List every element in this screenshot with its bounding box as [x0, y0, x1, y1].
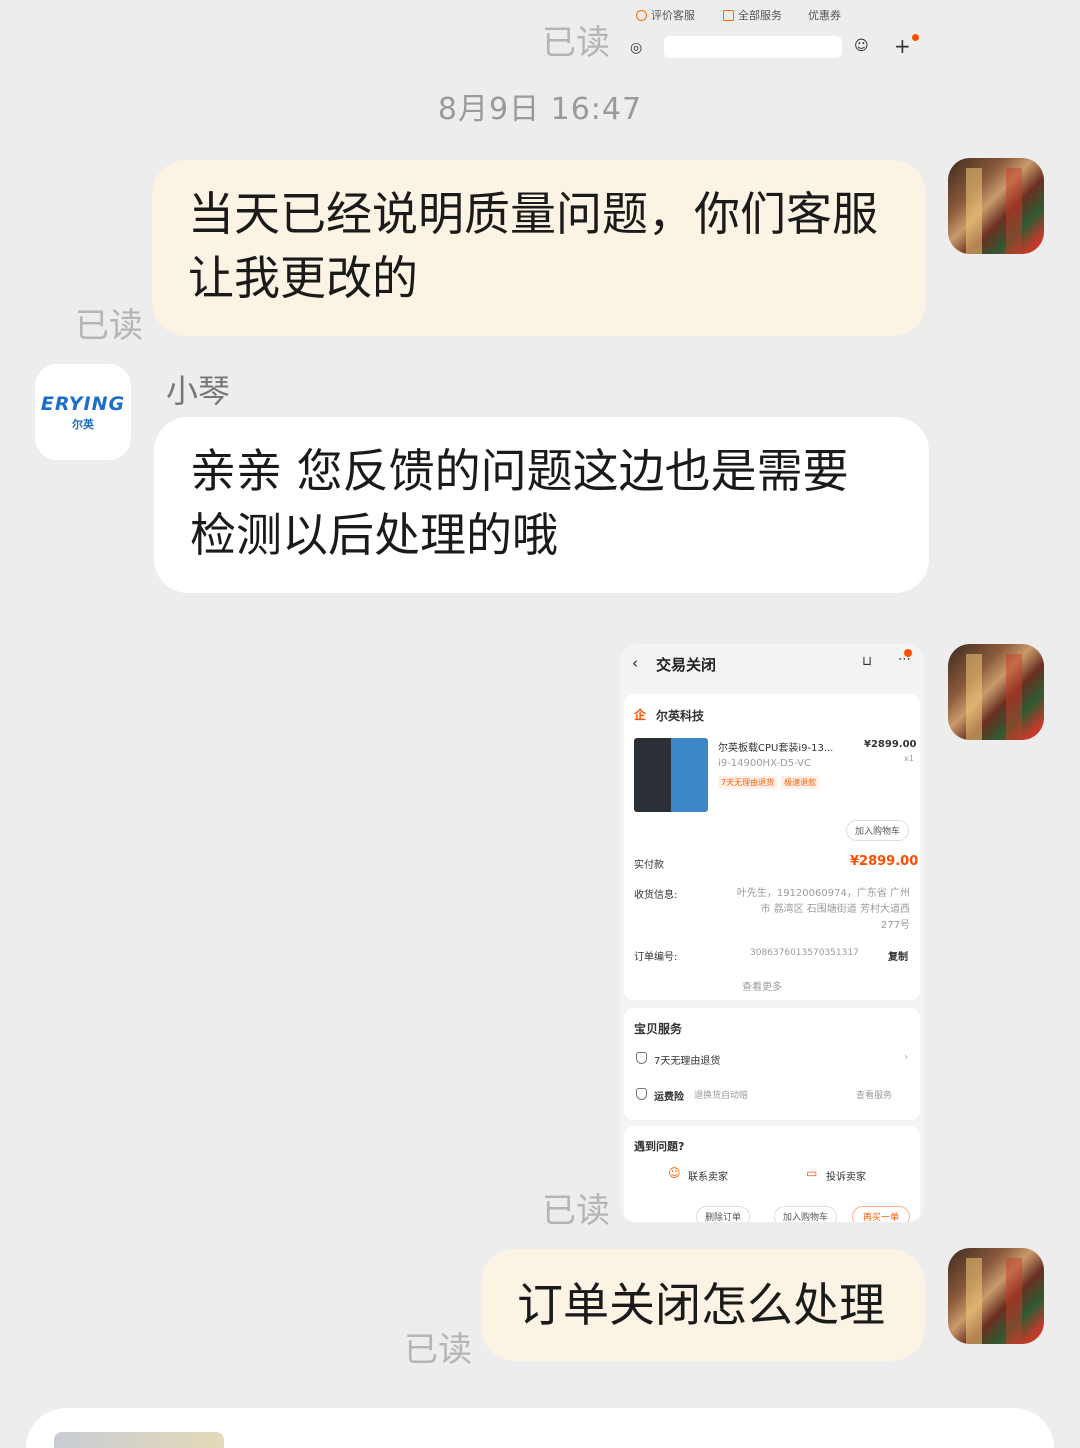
message-line: 检测以后处理的哦 [190, 508, 558, 562]
product-price: ¥2899.00 [864, 739, 917, 750]
message-line: 让我更改的 [188, 251, 418, 305]
shop-avatar[interactable]: ERYING 尔英 [35, 364, 131, 460]
service-panel: 宝贝服务 7天无理由退货 › 运费险 退换货自动赔 查看服务 [624, 1008, 920, 1120]
shield-icon [636, 1088, 647, 1100]
tag: 7天无理由退货 [718, 776, 778, 789]
view-service-link[interactable]: 查看服务 [856, 1088, 892, 1101]
address-line: 叶先生，19120060974，广东省 广州 [736, 888, 910, 899]
bottom-product-card[interactable] [26, 1408, 1054, 1448]
delete-order-button[interactable]: 删除订单 [696, 1206, 751, 1222]
my-avatar[interactable] [948, 158, 1044, 254]
product-name[interactable]: 尔英板载CPU套装i9-13... [718, 739, 833, 754]
erying-logo-cn: 尔英 [72, 417, 94, 431]
shield-icon [636, 1052, 647, 1064]
see-more-link[interactable]: 查看更多 [742, 978, 782, 993]
voice-icon[interactable]: ◎ [630, 40, 642, 56]
complaint-icon: ▭ [806, 1166, 818, 1180]
service-shipping-sub: 退换货自动赔 [694, 1091, 749, 1101]
service-shipping-insurance[interactable]: 运费险 [654, 1088, 684, 1103]
product-qty: x1 [904, 754, 914, 763]
address-label: 收货信息: [634, 890, 678, 901]
my-message-bubble[interactable]: 当天已经说明质量问题，你们客服 让我更改的 [152, 160, 926, 336]
copy-button[interactable]: 复制 [888, 948, 908, 963]
product-thumb [54, 1432, 224, 1448]
my-avatar[interactable] [948, 644, 1044, 740]
paid-value: ¥2899.00 [850, 854, 919, 869]
add-to-cart-small-button[interactable]: 加入购物车 [846, 820, 910, 841]
my-message-bubble[interactable]: 订单关闭怎么处理 [481, 1249, 925, 1361]
read-receipt-top: 已读 [542, 23, 610, 63]
service-return[interactable]: 7天无理由退货 [654, 1052, 720, 1067]
more-plus-icon[interactable]: + [894, 34, 911, 58]
service-title: 宝贝服务 [634, 1022, 683, 1036]
buy-again-button[interactable]: 再买一单 [852, 1206, 911, 1222]
read-receipt: 已读 [75, 306, 143, 346]
sender-name: 小琴 [166, 372, 231, 410]
problem-panel: 遇到问题? ☺ 联系卖家 ▭ 投诉卖家 删除订单 加入购物车 再买一单 [624, 1126, 920, 1222]
product-thumb[interactable] [634, 738, 708, 812]
add-to-cart-button[interactable]: 加入购物车 [774, 1206, 838, 1222]
emoji-icon[interactable]: ☺ [854, 38, 869, 54]
chip-rate-service[interactable]: 评价客服 [636, 7, 695, 23]
erying-logo: ERYING [40, 392, 126, 415]
chip-coupons[interactable]: 优惠券 [808, 7, 841, 23]
order-panel: 企 尔英科技 尔英板载CPU套装i9-13... ¥2899.00 x1 i9-… [624, 694, 920, 1000]
message-line: 当天已经说明质量问题，你们客服 [188, 187, 878, 241]
chip-all-services[interactable]: 全部服务 [723, 7, 782, 23]
shop-name[interactable]: 尔英科技 [656, 707, 704, 724]
cart-icon[interactable]: ⊔ [862, 654, 872, 669]
order-no: 3086376013570351317 [750, 948, 859, 958]
shop-icon: 企 [634, 708, 647, 722]
top-strip: 评价客服 全部服务 优惠券 ◎ ☺ + [628, 4, 928, 60]
smile-icon [636, 9, 647, 21]
tag: 极速退款 [781, 776, 820, 789]
message-line: 亲亲 您反馈的问题这边也是需要 [190, 444, 849, 498]
order-no-label: 订单编号: [634, 952, 678, 963]
contact-seller-button[interactable]: 联系卖家 [688, 1168, 728, 1183]
timestamp: 8月9日 16:47 [437, 92, 643, 127]
complain-seller-button[interactable]: 投诉卖家 [826, 1168, 866, 1183]
read-receipt: 已读 [404, 1330, 472, 1370]
grid-icon [723, 9, 734, 21]
their-message-bubble[interactable]: 亲亲 您反馈的问题这边也是需要 检测以后处理的哦 [154, 417, 929, 593]
chevron-right-icon: › [904, 1050, 909, 1063]
address-line: 市 荔湾区 石围塘街道 芳村大道西 [760, 904, 910, 915]
read-receipt: 已读 [542, 1191, 610, 1231]
notification-dot [912, 34, 919, 41]
paid-label: 实付款 [634, 860, 664, 871]
back-icon[interactable]: ‹ [632, 654, 638, 672]
product-sku: i9-14900HX-D5-VC [718, 758, 811, 769]
order-status-title: 交易关闭 [656, 656, 717, 674]
address-text: 叶先生，19120060974，广东省 广州 市 荔湾区 石围塘街道 芳村大道西… [720, 886, 910, 934]
problem-title: 遇到问题? [634, 1140, 685, 1153]
chat-icon: ☺ [668, 1166, 681, 1180]
message-input[interactable] [664, 36, 842, 58]
notification-dot [904, 649, 912, 657]
address-line: 277号 [880, 920, 910, 931]
order-screenshot-image[interactable]: ‹ 交易关闭 ⊔ ⋯ 企 尔英科技 尔英板载CPU套装i9-13... ¥289… [620, 644, 924, 1222]
message-line: 订单关闭怎么处理 [517, 1278, 885, 1332]
product-tags: 7天无理由退货 极速退款 [718, 776, 820, 789]
my-avatar[interactable] [948, 1248, 1044, 1344]
